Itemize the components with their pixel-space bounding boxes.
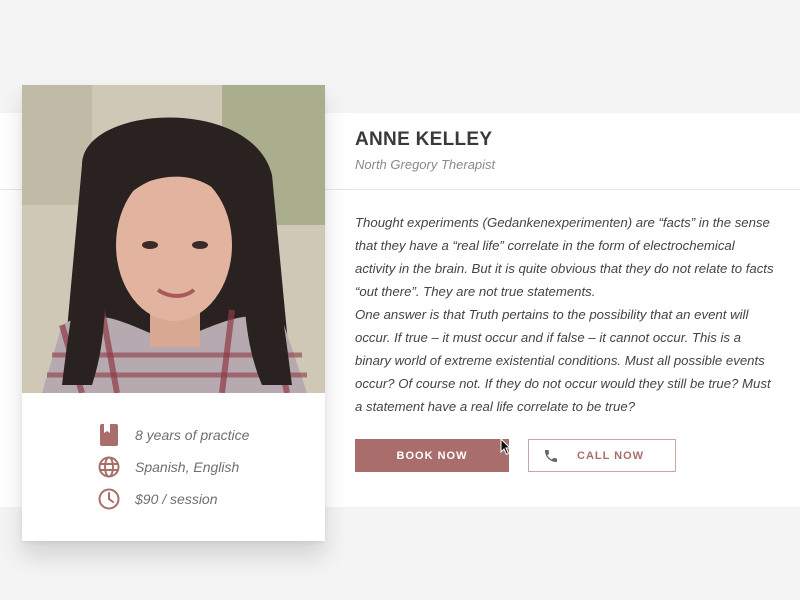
fact-text: Spanish, English <box>135 459 240 475</box>
bio-paragraph: Thought experiments (Gedankenexperimente… <box>355 215 774 299</box>
book-now-button[interactable]: BOOK NOW <box>355 439 509 472</box>
fact-experience: 8 years of practice <box>97 419 249 451</box>
fact-text: 8 years of practice <box>135 427 250 443</box>
phone-icon <box>543 448 559 464</box>
fact-languages: Spanish, English <box>97 451 249 483</box>
profile-bio: Thought experiments (Gedankenexperimente… <box>355 211 775 418</box>
profile-name: ANNE KELLEY <box>355 129 493 150</box>
fact-text: $90 / session <box>135 491 218 507</box>
globe-icon <box>97 455 121 479</box>
mouse-cursor-icon <box>500 438 512 456</box>
profile-card: 8 years of practice Spanish, English $90… <box>22 85 325 541</box>
fact-price: $90 / session <box>97 483 249 515</box>
profile-photo <box>22 85 325 393</box>
page: 8 years of practice Spanish, English $90… <box>0 0 800 600</box>
facts-list: 8 years of practice Spanish, English $90… <box>97 419 249 515</box>
bio-paragraph: One answer is that Truth pertains to the… <box>355 307 771 414</box>
call-now-label: CALL NOW <box>577 449 645 462</box>
profile-subtitle: North Gregory Therapist <box>355 157 496 172</box>
call-now-button[interactable]: CALL NOW <box>528 439 676 472</box>
clock-icon <box>97 487 121 511</box>
book-icon <box>97 423 121 447</box>
